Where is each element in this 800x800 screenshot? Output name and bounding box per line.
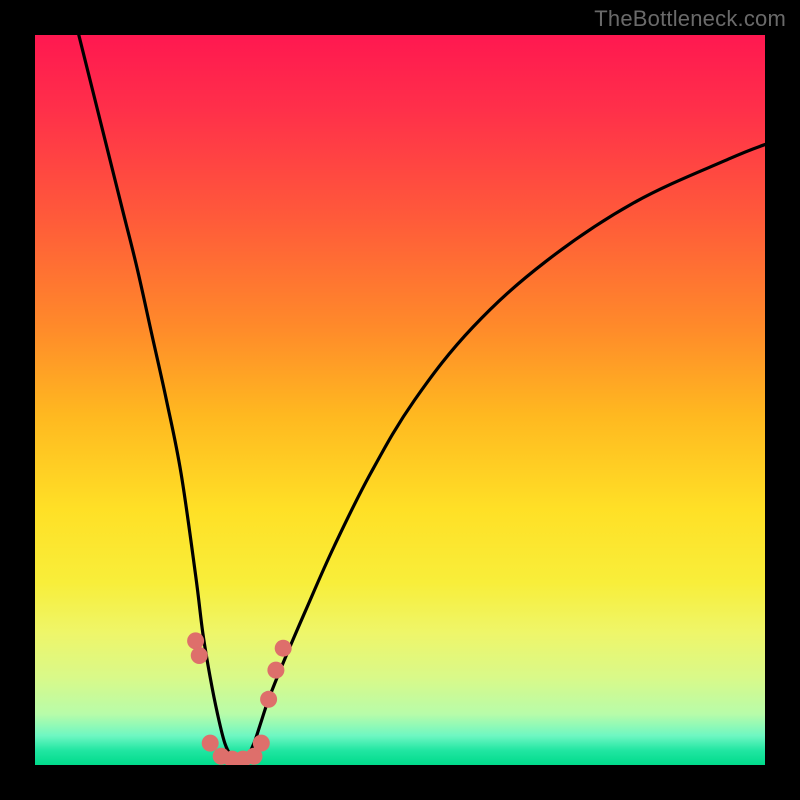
sample-dot — [260, 691, 277, 708]
sample-dot — [191, 647, 208, 664]
sample-dot — [267, 662, 284, 679]
watermark-text: TheBottleneck.com — [594, 6, 786, 32]
curve-right-branch — [239, 145, 765, 766]
sample-dot — [202, 735, 219, 752]
chart-frame: TheBottleneck.com — [0, 0, 800, 800]
sample-dot — [187, 632, 204, 649]
sample-dot — [253, 735, 270, 752]
plot-area — [35, 35, 765, 765]
curve-left-branch — [79, 35, 240, 765]
curve-layer — [35, 35, 765, 765]
sample-dot — [275, 640, 292, 657]
